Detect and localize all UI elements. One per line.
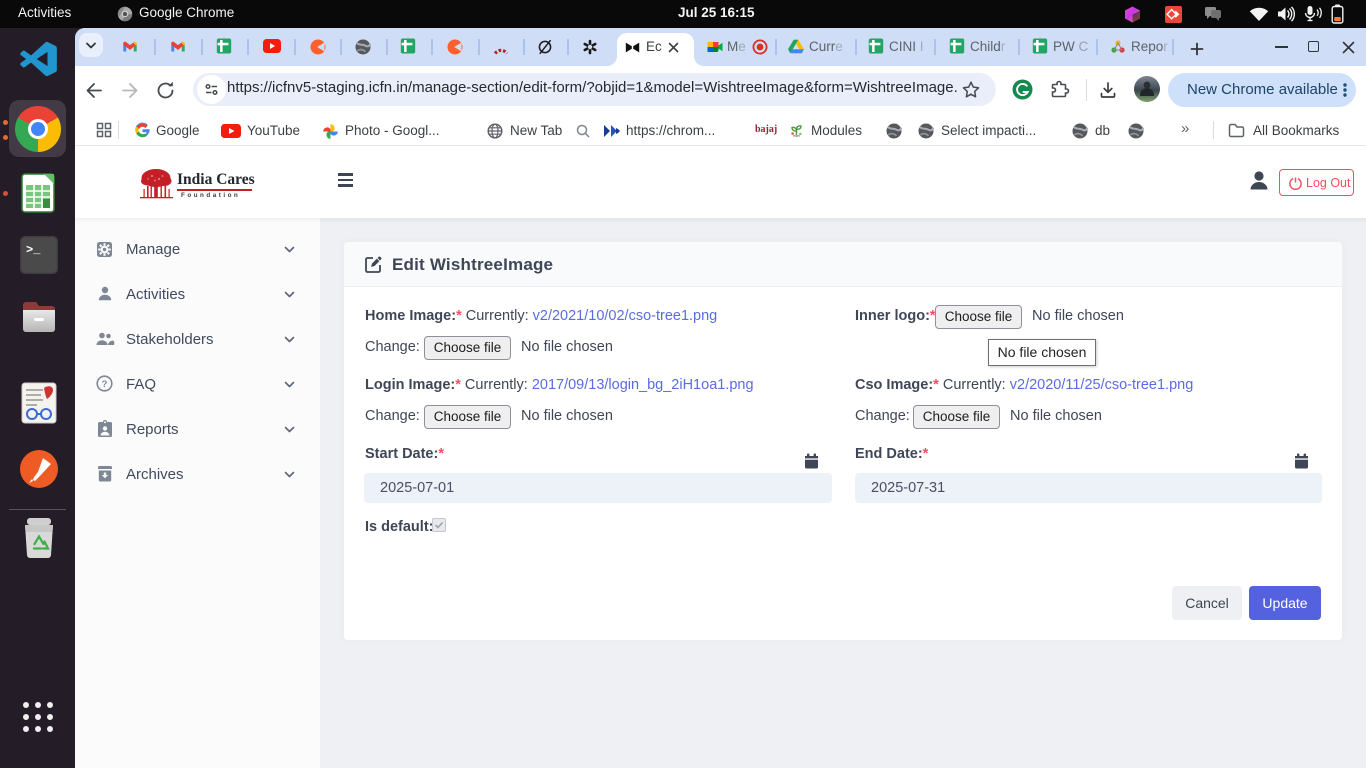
svg-text:?: ? <box>102 379 108 390</box>
svg-text:>_: >_ <box>26 243 41 257</box>
